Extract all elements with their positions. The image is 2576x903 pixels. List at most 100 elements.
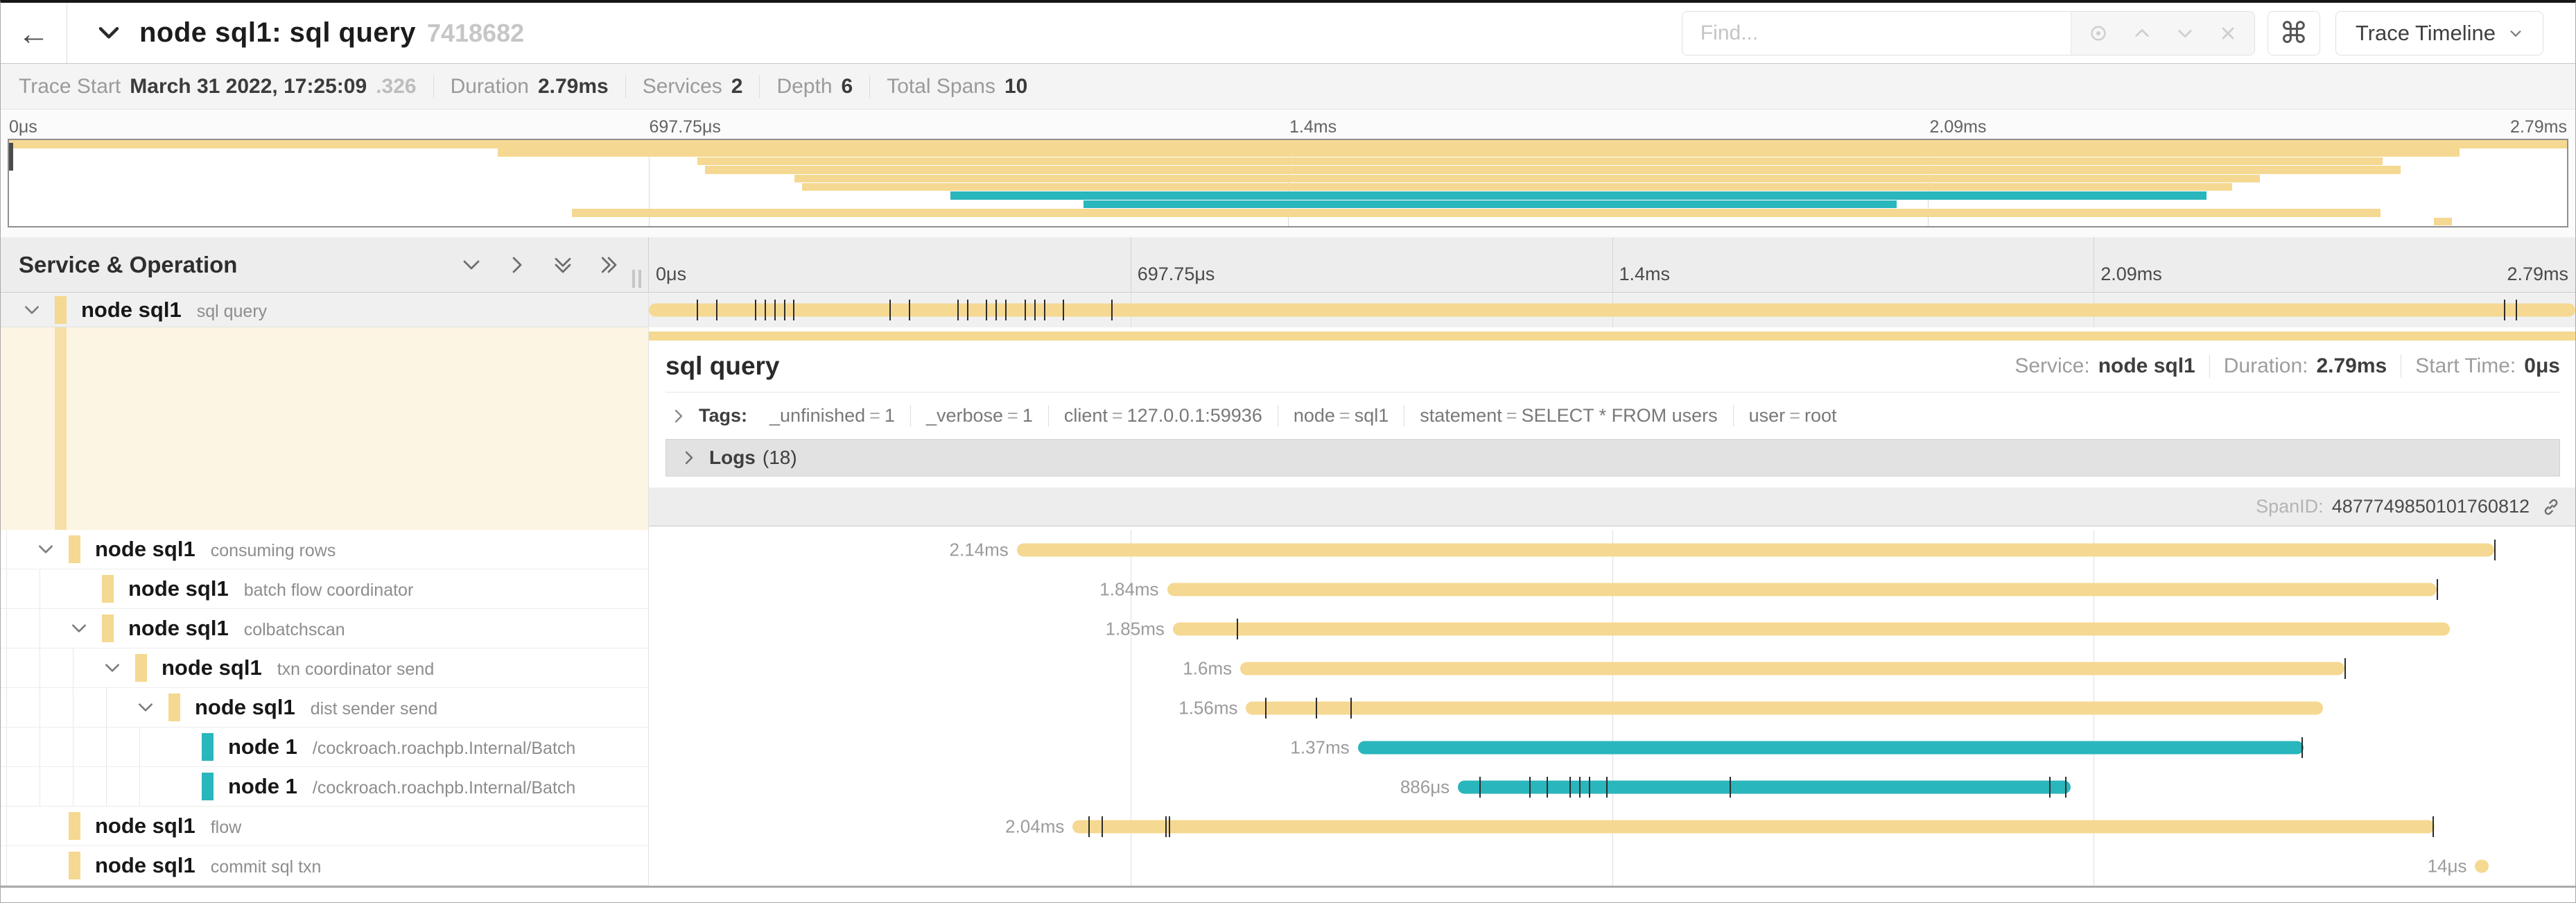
span-timeline-cell[interactable]: 2.04ms — [649, 807, 2575, 846]
trace-id: 7418682 — [427, 19, 524, 48]
chevron-down-icon[interactable] — [96, 21, 121, 46]
span-color-bar — [102, 575, 114, 603]
back-button[interactable]: ← — [1, 3, 67, 63]
span-row[interactable]: node sql1txn coordinator send 1.6ms — [1, 648, 2575, 688]
tags-toggle-row[interactable]: Tags: _unfinished=1_verbose=1client=127.… — [665, 393, 2560, 436]
minimap-axis-label: 697.75μs — [650, 117, 721, 137]
view-selector-button[interactable]: Trace Timeline — [2335, 11, 2543, 55]
span-log-tick — [784, 300, 785, 320]
chevron-down-icon[interactable] — [2175, 24, 2195, 43]
trace-meta-item: Services2 — [625, 75, 760, 98]
span-duration-bar[interactable] — [2475, 859, 2488, 872]
span-duration-bar[interactable] — [1240, 662, 2344, 675]
span-row[interactable]: node sql1commit sql txn14μs — [1, 846, 2575, 886]
span-row[interactable]: node sql1colbatchscan1.85ms — [1, 609, 2575, 648]
span-log-tick — [1589, 777, 1590, 798]
span-service-name: node 1 — [228, 734, 297, 759]
span-duration-bar[interactable] — [1458, 780, 2071, 793]
span-row[interactable]: node sql1flow2.04ms — [1, 807, 2575, 846]
span-timeline-cell[interactable]: 2.14ms — [649, 530, 2575, 569]
span-duration-bar[interactable] — [1173, 622, 2450, 635]
span-service-name: node sql1 — [95, 814, 195, 839]
span-row[interactable]: node sql1sql query — [1, 293, 2575, 327]
meta-value: 10 — [1004, 75, 1027, 98]
span-duration-bar[interactable] — [1246, 701, 2322, 714]
span-tree-item[interactable]: node 1/cockroach.roachpb.Internal/Batch — [1, 728, 649, 767]
link-icon[interactable] — [2541, 497, 2561, 517]
span-log-tick — [1606, 777, 1608, 798]
span-row[interactable]: node 1/cockroach.roachpb.Internal/Batch8… — [1, 767, 2575, 807]
chevron-down-icon[interactable] — [37, 540, 55, 558]
trace-meta-item: Duration2.79ms — [433, 75, 625, 98]
collapse-all-icon[interactable] — [552, 255, 573, 275]
span-row[interactable]: node sql1dist sender send1.56ms — [1, 688, 2575, 728]
span-tree-item[interactable]: node 1/cockroach.roachpb.Internal/Batch — [1, 767, 649, 807]
minimap-left-scrubber[interactable] — [9, 143, 13, 171]
expand-all-icon[interactable] — [598, 255, 619, 275]
span-color-bar — [135, 654, 147, 682]
span-timeline-cell[interactable]: 1.84ms — [649, 569, 2575, 609]
span-timeline-cell[interactable]: 886μs — [649, 767, 2575, 807]
chevron-down-icon — [2508, 26, 2523, 41]
collapse-one-icon[interactable] — [461, 255, 482, 275]
span-timeline-cell[interactable]: 1.85ms — [649, 609, 2575, 648]
span-log-tick — [1169, 816, 1170, 837]
minimap-span-bar — [498, 148, 2460, 157]
expand-one-icon[interactable] — [507, 255, 528, 275]
locate-icon[interactable] — [2088, 23, 2109, 44]
span-duration-bar[interactable] — [1072, 820, 2435, 833]
chevron-down-icon[interactable] — [23, 301, 41, 319]
minimap-span-row — [9, 209, 2567, 217]
span-timeline-cell[interactable]: 1.56ms — [649, 688, 2575, 728]
span-service-name: node sql1 — [95, 537, 195, 562]
span-log-tick — [1111, 300, 1113, 320]
span-duration-bar[interactable] — [1167, 583, 2437, 596]
span-row[interactable]: node 1/cockroach.roachpb.Internal/Batch 1… — [1, 728, 2575, 767]
span-timeline-cell[interactable]: 1.37ms — [649, 728, 2575, 767]
span-row[interactable]: node sql1batch flow coordinator1.84ms — [1, 569, 2575, 609]
minimap-span-bar — [2434, 218, 2452, 226]
span-service-name: node sql1 — [128, 576, 229, 601]
chevron-up-icon[interactable] — [2132, 24, 2152, 43]
chevron-down-icon[interactable] — [137, 698, 155, 716]
column-resizer-handle[interactable] — [632, 270, 641, 288]
span-duration-bar[interactable] — [1017, 543, 2494, 556]
view-selector-label: Trace Timeline — [2356, 21, 2496, 46]
span-timeline-cell[interactable] — [649, 293, 2575, 327]
span-operation-name: /cockroach.roachpb.Internal/Batch — [313, 739, 575, 759]
minimap-span-row — [9, 183, 2567, 191]
span-tree-item[interactable]: node sql1commit sql txn — [1, 846, 649, 886]
span-tree-item[interactable]: node sql1txn coordinator send — [1, 648, 649, 688]
logs-toggle-row[interactable]: Logs (18) — [665, 439, 2560, 476]
span-duration-bar[interactable] — [649, 304, 2575, 317]
span-duration-label: 1.6ms — [1183, 657, 1232, 679]
tag-key: node — [1294, 405, 1335, 426]
timeline-axis-label: 697.75μs — [1138, 264, 1215, 285]
span-id-value: 4877749850101760812 — [2332, 496, 2530, 517]
minimap-canvas[interactable] — [8, 139, 2568, 227]
span-log-tick — [986, 300, 987, 320]
span-tree-item[interactable]: node sql1consuming rows — [1, 530, 649, 569]
keyboard-shortcuts-button[interactable]: ⌘ — [2268, 11, 2320, 55]
tag-key: _verbose — [926, 405, 1003, 426]
close-icon[interactable] — [2218, 24, 2238, 43]
span-log-tick — [2301, 737, 2303, 758]
span-operation-name: /cockroach.roachpb.Internal/Batch — [313, 778, 575, 798]
span-timeline-cell[interactable]: 14μs — [649, 846, 2575, 886]
span-log-tick — [1063, 300, 1064, 320]
span-id-row: SpanID: 4877749850101760812 — [649, 488, 2575, 526]
span-duration-label: 1.37ms — [1290, 737, 1349, 758]
span-row[interactable]: node sql1consuming rows2.14ms — [1, 530, 2575, 569]
chevron-down-icon[interactable] — [103, 659, 121, 677]
span-log-tick — [1265, 698, 1267, 719]
span-tree-item[interactable]: node sql1dist sender send — [1, 688, 649, 728]
span-tree-item[interactable]: node sql1batch flow coordinator — [1, 569, 649, 609]
span-duration-bar[interactable] — [1358, 741, 2304, 754]
span-timeline-cell[interactable]: 1.6ms — [649, 648, 2575, 688]
span-tree-item[interactable]: node sql1sql query — [1, 293, 649, 327]
find-input[interactable] — [1682, 12, 2071, 55]
chevron-down-icon[interactable] — [70, 619, 88, 637]
span-tree-item[interactable]: node sql1flow — [1, 807, 649, 846]
span-tree-item[interactable]: node sql1colbatchscan — [1, 609, 649, 648]
meta-label: Depth — [776, 75, 832, 98]
